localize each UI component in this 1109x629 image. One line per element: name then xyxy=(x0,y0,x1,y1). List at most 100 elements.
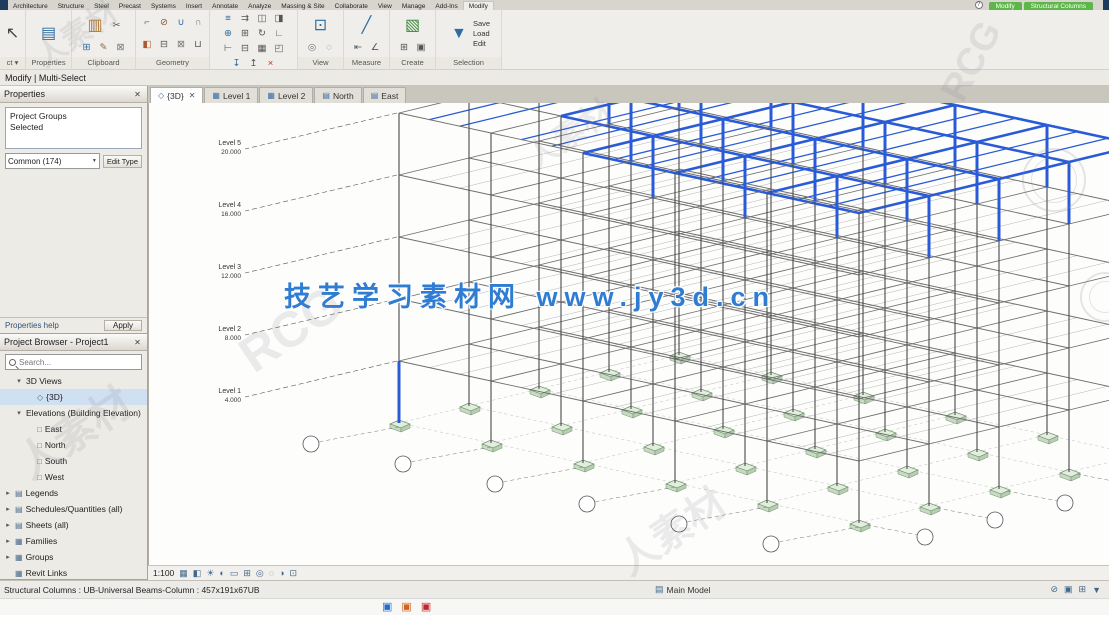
view-tab-level-2[interactable]: ▦Level 2 xyxy=(259,87,313,103)
design-option-control[interactable]: ▤ Main Model xyxy=(655,584,710,595)
align-icon[interactable]: ≡ xyxy=(221,12,236,25)
browser-item-east[interactable]: □East xyxy=(0,421,147,437)
cope-icon[interactable]: ⌐ xyxy=(140,16,155,29)
create-similar-icon[interactable]: ⊞ xyxy=(397,42,412,55)
rotate-icon[interactable]: ↻ xyxy=(255,27,270,40)
help-icon[interactable]: ? xyxy=(975,1,983,9)
ribbon-tab-massing-site[interactable]: Massing & Site xyxy=(276,2,329,10)
extend-icon[interactable]: ⊢ xyxy=(221,42,236,55)
apply-button[interactable]: Apply xyxy=(104,320,142,331)
copy-icon[interactable]: ⊞ xyxy=(79,42,94,55)
visual-style-icon[interactable]: ◧ xyxy=(193,568,202,579)
aligned-dim-icon[interactable]: ⇤ xyxy=(351,42,366,55)
ribbon-tab-collaborate[interactable]: Collaborate xyxy=(330,2,373,10)
join-icon[interactable]: ∪ xyxy=(174,16,189,29)
ribbon-tab-structure[interactable]: Structure xyxy=(53,2,89,10)
mirror-pick-icon[interactable]: ◨ xyxy=(272,12,287,25)
selection-load-button[interactable]: Load xyxy=(473,29,490,38)
crop-view-icon[interactable]: ▭ xyxy=(230,568,239,579)
worksharing-display-icon[interactable]: ◑ xyxy=(279,568,284,578)
temporary-hide-icon[interactable]: ◎ xyxy=(256,568,264,579)
view-tab-3d[interactable]: ◇{3D}✕ xyxy=(150,87,203,103)
match-type-icon[interactable]: ✎ xyxy=(96,42,111,55)
search-input[interactable] xyxy=(19,358,138,367)
shadows-icon[interactable]: ◐ xyxy=(219,568,224,578)
select-cursor-icon[interactable]: ↖ xyxy=(3,21,22,47)
drawing-area[interactable]: Level 14.000Level 28.000Level 312.000Lev… xyxy=(148,103,1109,565)
browser-item-schedules-quantities-all[interactable]: ▸▤Schedules/Quantities (all) xyxy=(0,501,147,517)
paste-icon[interactable]: ▥ xyxy=(83,13,107,39)
create-group-icon[interactable]: ▧ xyxy=(401,13,425,39)
copy-modify-icon[interactable]: ⊞ xyxy=(238,27,253,40)
properties-filter-dropdown[interactable]: Common (174) ▼ xyxy=(5,153,100,169)
properties-header[interactable]: Properties ✕ xyxy=(0,86,147,103)
pin-icon[interactable]: ↧ xyxy=(229,57,244,70)
scale-control[interactable]: 1:100 xyxy=(153,568,174,578)
trim-icon[interactable]: ∟ xyxy=(272,27,287,40)
delete-icon[interactable]: × xyxy=(263,57,278,70)
model-3d-view[interactable]: Level 14.000Level 28.000Level 312.000Lev… xyxy=(149,103,1109,565)
move-icon[interactable]: ⊕ xyxy=(221,27,236,40)
contextual-tab-modify[interactable]: Modify xyxy=(989,2,1022,10)
browser-item-elevations-building-elevation[interactable]: ▾Elevations (Building Elevation) xyxy=(0,405,147,421)
ribbon-tab-analyze[interactable]: Analyze xyxy=(243,2,276,10)
browser-item-groups[interactable]: ▸▦Groups xyxy=(0,549,147,565)
reveal-hidden-icon[interactable]: ◌ xyxy=(322,42,337,55)
browser-item-sheets-all[interactable]: ▸▤Sheets (all) xyxy=(0,517,147,533)
show-crop-icon[interactable]: ⊞ xyxy=(243,568,251,579)
ribbon-tab-add-ins[interactable]: Add-Ins xyxy=(430,2,462,10)
ribbon-tab-annotate[interactable]: Annotate xyxy=(207,2,243,10)
constraints-icon[interactable]: ⊡ xyxy=(290,568,298,579)
contextual-tab-structural-columns[interactable]: Structural Columns xyxy=(1024,2,1093,10)
browser-item-legends[interactable]: ▸▤Legends xyxy=(0,485,147,501)
edit-type-button[interactable]: Edit Type xyxy=(103,155,142,168)
browser-item-3d[interactable]: ◇{3D} xyxy=(0,389,147,405)
view-tab-north[interactable]: ▤North xyxy=(314,87,361,103)
view-tab-east[interactable]: ▤East xyxy=(363,87,407,103)
expand-arrow-icon[interactable]: ▾ xyxy=(15,377,23,385)
selection-edit-button[interactable]: Edit xyxy=(473,39,490,48)
ribbon-tab-systems[interactable]: Systems xyxy=(146,2,181,10)
taskbar-app3-icon[interactable]: ▣ xyxy=(421,602,431,613)
browser-item-families[interactable]: ▸▦Families xyxy=(0,533,147,549)
ribbon-tab-steel[interactable]: Steel xyxy=(89,2,114,10)
close-browser-icon[interactable]: ✕ xyxy=(132,337,143,348)
expand-arrow-icon[interactable]: ▸ xyxy=(4,521,12,529)
ribbon-tab-insert[interactable]: Insert xyxy=(181,2,207,10)
expand-arrow-icon[interactable]: ▸ xyxy=(4,489,12,497)
unpin-icon[interactable]: ↥ xyxy=(246,57,261,70)
expand-arrow-icon[interactable]: ▸ xyxy=(4,553,12,561)
view-box-icon[interactable]: ⊡ xyxy=(309,13,333,39)
split-clipboard-icon[interactable]: ⊠ xyxy=(113,42,128,55)
unjoin-icon[interactable]: ∩ xyxy=(191,16,206,29)
array-icon[interactable]: ▦ xyxy=(255,42,270,55)
demolish-icon[interactable]: ⊠ xyxy=(174,38,189,51)
expand-arrow-icon[interactable]: ▸ xyxy=(4,537,12,545)
split-face-icon[interactable]: ⊟ xyxy=(157,38,172,51)
project-browser-header[interactable]: Project Browser - Project1 ✕ xyxy=(0,334,147,351)
mirror-axis-icon[interactable]: ◫ xyxy=(255,12,270,25)
cut-icon[interactable]: ✂ xyxy=(109,19,124,32)
type-selector[interactable]: Project Groups Selected xyxy=(5,107,142,149)
editable-only-icon[interactable]: ⊘ xyxy=(1050,584,1058,595)
offset-icon[interactable]: ⇉ xyxy=(238,12,253,25)
hide-icon[interactable]: ◎ xyxy=(305,42,320,55)
properties-help-link[interactable]: Properties help xyxy=(5,321,104,330)
browser-item-north[interactable]: □North xyxy=(0,437,147,453)
paint-icon[interactable]: ◧ xyxy=(140,38,155,51)
ribbon-tab-precast[interactable]: Precast xyxy=(114,2,146,10)
taskbar-app1-icon[interactable]: ▣ xyxy=(382,602,392,613)
reveal-hidden-icon[interactable]: ◌ xyxy=(269,568,274,578)
close-properties-icon[interactable]: ✕ xyxy=(132,89,143,100)
expand-arrow-icon[interactable]: ▾ xyxy=(15,409,23,417)
expand-arrow-icon[interactable]: ▸ xyxy=(4,505,12,513)
browser-item-revit-links[interactable]: ▦Revit Links xyxy=(0,565,147,579)
create-assembly-icon[interactable]: ▣ xyxy=(414,42,429,55)
split-icon[interactable]: ⊟ xyxy=(238,42,253,55)
detail-level-icon[interactable]: ▦ xyxy=(179,568,188,579)
filter-status-icon[interactable]: ▼ xyxy=(1092,585,1101,595)
browser-item-3d-views[interactable]: ▾3D Views xyxy=(0,373,147,389)
properties-icon[interactable]: ▤ xyxy=(37,21,61,47)
sun-path-icon[interactable]: ☀ xyxy=(206,568,214,579)
view-tab-level-1[interactable]: ▦Level 1 xyxy=(204,87,258,103)
